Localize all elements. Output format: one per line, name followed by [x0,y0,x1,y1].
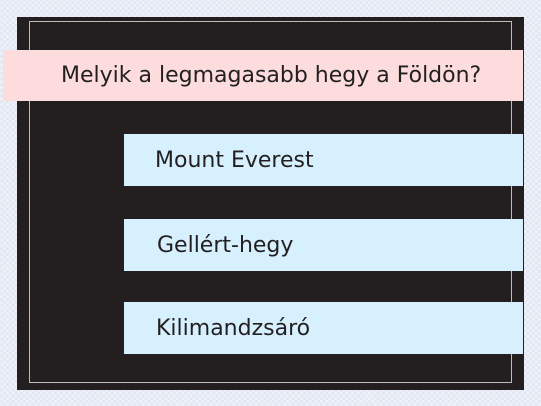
answer-label: Kilimandzsáró [156,315,311,341]
question-text: Melyik a legmagasabb hegy a Földön? [61,63,482,88]
answer-option-3[interactable]: Kilimandzsáró [124,302,523,354]
answer-label: Mount Everest [155,147,314,173]
answer-option-2[interactable]: Gellért-hegy [124,219,523,271]
question-banner: Melyik a legmagasabb hegy a Földön? [3,50,523,101]
answer-label: Gellért-hegy [157,232,294,258]
answer-option-1[interactable]: Mount Everest [124,134,523,186]
